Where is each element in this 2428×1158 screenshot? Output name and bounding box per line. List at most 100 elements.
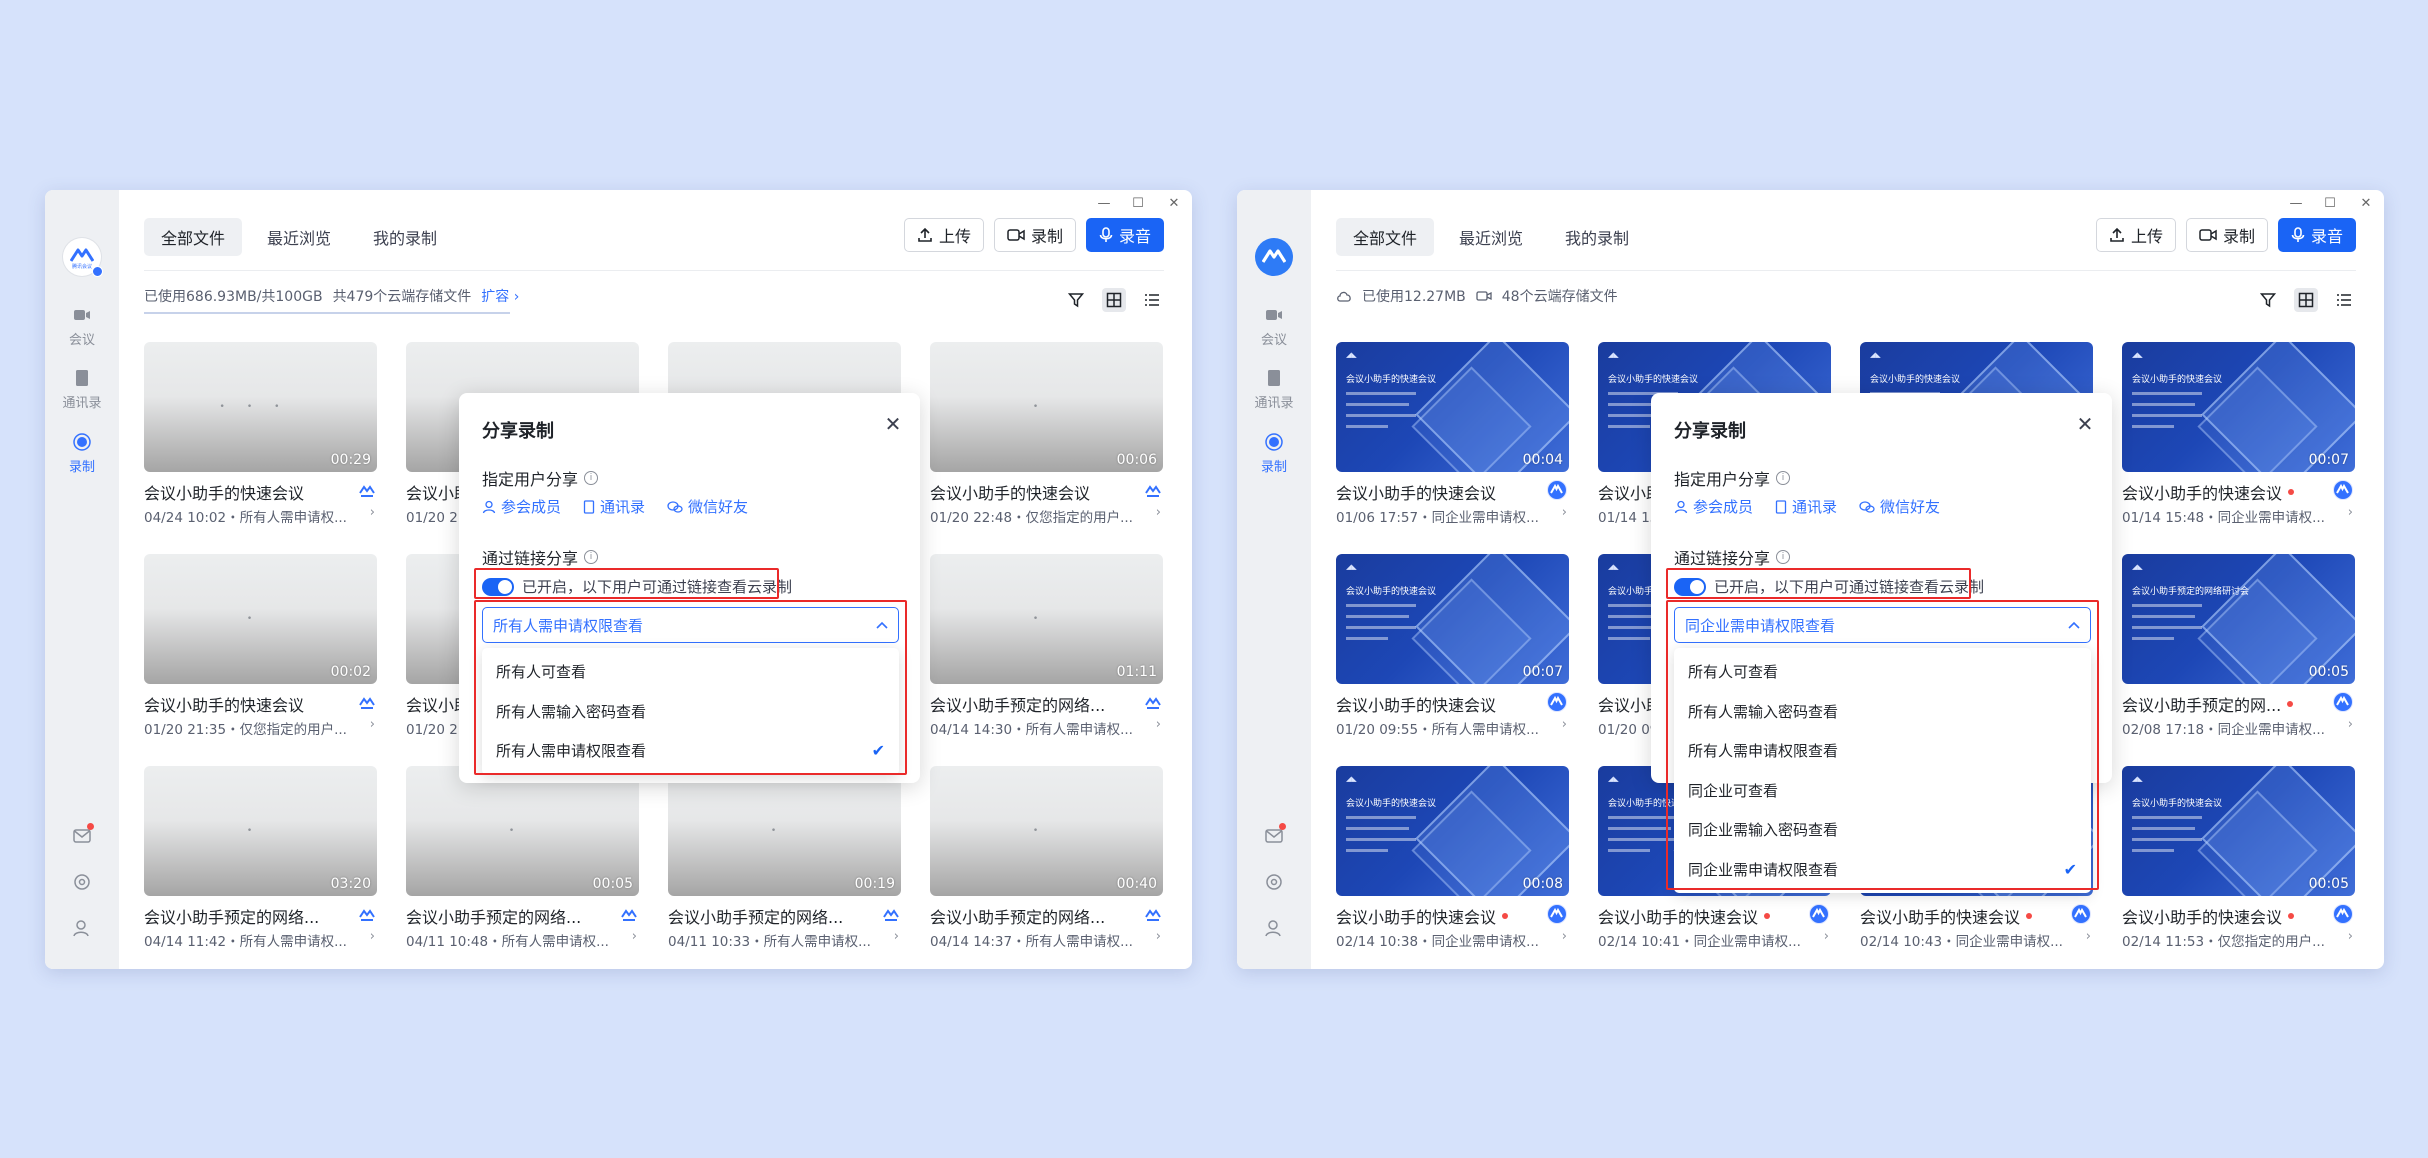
chevron-right-icon[interactable]: › xyxy=(1562,505,1567,520)
file-title[interactable]: 会议小助手的快速会议 xyxy=(1598,904,1803,928)
file-card[interactable]: ◢◣ 会议小助手预定的网络研讨会 00:05 会议小助手预定的网... 02/08 17… xyxy=(2122,554,2355,740)
info-icon[interactable]: i xyxy=(1776,471,1791,485)
chevron-right-icon[interactable]: › xyxy=(632,929,637,944)
mail-icon[interactable] xyxy=(72,823,94,846)
info-icon[interactable]: i xyxy=(584,471,599,485)
file-card[interactable]: • 00:05 会议小助手预定的网络... 04/11 10:48・所有人需申请权..… xyxy=(406,766,639,952)
video-thumbnail[interactable]: ◢◣ 会议小助手预定的网络研讨会 00:05 xyxy=(2122,554,2355,684)
share-contacts-link[interactable]: 通讯录 xyxy=(1775,496,1837,517)
file-title[interactable]: 会议小助手的快速会议 xyxy=(144,480,349,504)
file-title[interactable]: 会议小助手的快速会议 xyxy=(930,480,1135,504)
file-title[interactable]: 会议小助手的快速会议 xyxy=(1336,480,1541,504)
share-participants-link[interactable]: 参会成员 xyxy=(1674,496,1753,517)
audio-record-button[interactable]: 录音 xyxy=(1085,218,1164,252)
file-card[interactable]: ◢◣ 会议小助手的快速会议 00:04 会议小助手的快速会议 01/06 17:57・同… xyxy=(1336,342,1569,528)
chevron-right-icon[interactable]: › xyxy=(1156,717,1161,732)
file-card[interactable]: ◢◣ 会议小助手的快速会议 00:08 会议小助手的快速会议 02/14 10:38・同… xyxy=(1336,766,1569,952)
video-thumbnail[interactable]: • 00:40 xyxy=(930,766,1163,896)
video-thumbnail[interactable]: ◢◣ 会议小助手的快速会议 00:08 xyxy=(1336,766,1569,896)
info-icon[interactable]: i xyxy=(584,550,599,564)
record-button[interactable]: 录制 xyxy=(993,218,1076,252)
file-title[interactable]: 会议小助手的快速会议 xyxy=(2122,480,2327,504)
file-card[interactable]: ••• 00:29 会议小助手的快速会议 04/24 10:02・所有人需申请权..… xyxy=(144,342,377,528)
dialog-close-icon[interactable]: ✕ xyxy=(2074,413,2096,435)
list-view-icon[interactable] xyxy=(1140,288,1164,312)
file-title[interactable]: 会议小助手预定的网... xyxy=(2122,692,2327,716)
record-button[interactable]: 录制 xyxy=(2185,218,2268,252)
video-thumbnail[interactable]: • 00:05 xyxy=(406,766,639,896)
tab-my-recordings[interactable]: 我的录制 xyxy=(1548,218,1646,256)
video-thumbnail[interactable]: ◢◣ 会议小助手的快速会议 00:04 xyxy=(1336,342,1569,472)
share-contacts-link[interactable]: 通讯录 xyxy=(583,496,645,517)
file-title[interactable]: 会议小助手的快速会议 xyxy=(1336,692,1541,716)
file-card[interactable]: ◢◣ 会议小助手的快速会议 00:07 会议小助手的快速会议 01/14 15:48・同… xyxy=(2122,342,2355,528)
video-thumbnail[interactable]: ◢◣ 会议小助手的快速会议 00:05 xyxy=(2122,766,2355,896)
app-logo-icon[interactable]: 腾讯会议 xyxy=(63,238,103,277)
video-thumbnail[interactable]: • 03:20 xyxy=(144,766,377,896)
file-card[interactable]: ◢◣ 会议小助手的快速会议 00:07 会议小助手的快速会议 01/20 09:55・所… xyxy=(1336,554,1569,740)
sidebar-item-contacts[interactable]: 通讯录 xyxy=(45,368,119,411)
chevron-right-icon[interactable]: › xyxy=(2348,929,2353,944)
chevron-right-icon[interactable]: › xyxy=(1156,929,1161,944)
file-title[interactable]: 会议小助手预定的网络... xyxy=(930,904,1135,928)
user-icon[interactable] xyxy=(72,918,92,938)
chevron-right-icon[interactable]: › xyxy=(370,929,375,944)
file-card[interactable]: • 01:11 会议小助手预定的网络... 04/14 14:30・所有人需申请权..… xyxy=(930,554,1163,740)
file-card[interactable]: • 00:40 会议小助手预定的网络... 04/14 14:37・所有人需申请权..… xyxy=(930,766,1163,952)
mail-icon[interactable] xyxy=(1264,823,1286,846)
video-thumbnail[interactable]: • 00:19 xyxy=(668,766,901,896)
file-card[interactable]: • 00:06 会议小助手的快速会议 01/20 22:48・仅您指定的用户... › xyxy=(930,342,1163,528)
settings-icon[interactable] xyxy=(1264,872,1284,892)
chevron-right-icon[interactable]: › xyxy=(370,717,375,732)
file-card[interactable]: • 03:20 会议小助手预定的网络... 04/14 11:42・所有人需申请权..… xyxy=(144,766,377,952)
user-icon[interactable] xyxy=(1264,918,1284,938)
file-card[interactable]: • 00:02 会议小助手的快速会议 01/20 21:35・仅您指定的用户... › xyxy=(144,554,377,740)
tab-all-files[interactable]: 全部文件 xyxy=(144,218,243,256)
sidebar-item-meeting[interactable]: 会议 xyxy=(1237,305,1311,348)
file-title[interactable]: 会议小助手预定的网络... xyxy=(930,692,1135,716)
file-title[interactable]: 会议小助手的快速会议 xyxy=(1336,904,1541,928)
chevron-right-icon[interactable]: › xyxy=(370,505,375,520)
file-card[interactable]: ◢◣ 会议小助手的快速会议 00:05 会议小助手的快速会议 02/14 11:53・仅… xyxy=(2122,766,2355,952)
sidebar-item-contacts[interactable]: 通讯录 xyxy=(1237,368,1311,411)
tab-my-recordings[interactable]: 我的录制 xyxy=(356,218,454,256)
chevron-right-icon[interactable]: › xyxy=(2086,929,2091,944)
info-icon[interactable]: i xyxy=(1776,550,1791,564)
video-thumbnail[interactable]: • 00:02 xyxy=(144,554,377,684)
chevron-right-icon[interactable]: › xyxy=(2348,717,2353,732)
file-title[interactable]: 会议小助手预定的网络... xyxy=(668,904,873,928)
file-title[interactable]: 会议小助手预定的网络... xyxy=(406,904,611,928)
chevron-right-icon[interactable]: › xyxy=(1156,505,1161,520)
share-participants-link[interactable]: 参会成员 xyxy=(482,496,561,517)
file-title[interactable]: 会议小助手的快速会议 xyxy=(144,692,349,716)
file-title[interactable]: 会议小助手的快速会议 xyxy=(1860,904,2065,928)
tab-all-files[interactable]: 全部文件 xyxy=(1336,218,1435,256)
chevron-right-icon[interactable]: › xyxy=(1824,929,1829,944)
filter-icon[interactable] xyxy=(1064,288,1088,312)
file-card[interactable]: • 00:19 会议小助手预定的网络... 04/11 10:33・所有人需申请权..… xyxy=(668,766,901,952)
dialog-close-icon[interactable]: ✕ xyxy=(882,413,904,435)
app-logo-icon[interactable] xyxy=(1255,238,1293,276)
file-title[interactable]: 会议小助手预定的网络... xyxy=(144,904,349,928)
expand-storage-link[interactable]: 扩容 › xyxy=(481,286,519,306)
grid-view-icon[interactable] xyxy=(1102,288,1126,312)
video-thumbnail[interactable]: • 00:06 xyxy=(930,342,1163,472)
filter-icon[interactable] xyxy=(2256,288,2280,312)
upload-button[interactable]: 上传 xyxy=(2095,218,2176,252)
sidebar-item-meeting[interactable]: 会议 xyxy=(45,305,119,348)
chevron-right-icon[interactable]: › xyxy=(2348,505,2353,520)
sidebar-item-recording[interactable]: 录制 xyxy=(45,432,119,475)
upload-button[interactable]: 上传 xyxy=(903,218,984,252)
settings-icon[interactable] xyxy=(72,872,92,892)
chevron-right-icon[interactable]: › xyxy=(894,929,899,944)
share-wechat-link[interactable]: 微信好友 xyxy=(1859,496,1940,517)
video-thumbnail[interactable]: ◢◣ 会议小助手的快速会议 00:07 xyxy=(2122,342,2355,472)
chevron-right-icon[interactable]: › xyxy=(1562,717,1567,732)
sidebar-item-recording[interactable]: 录制 xyxy=(1237,432,1311,475)
file-title[interactable]: 会议小助手的快速会议 xyxy=(2122,904,2327,928)
video-thumbnail[interactable]: ◢◣ 会议小助手的快速会议 00:07 xyxy=(1336,554,1569,684)
list-view-icon[interactable] xyxy=(2332,288,2356,312)
grid-view-icon[interactable] xyxy=(2294,288,2318,312)
tab-recent[interactable]: 最近浏览 xyxy=(1442,218,1540,256)
video-thumbnail[interactable]: • 01:11 xyxy=(930,554,1163,684)
